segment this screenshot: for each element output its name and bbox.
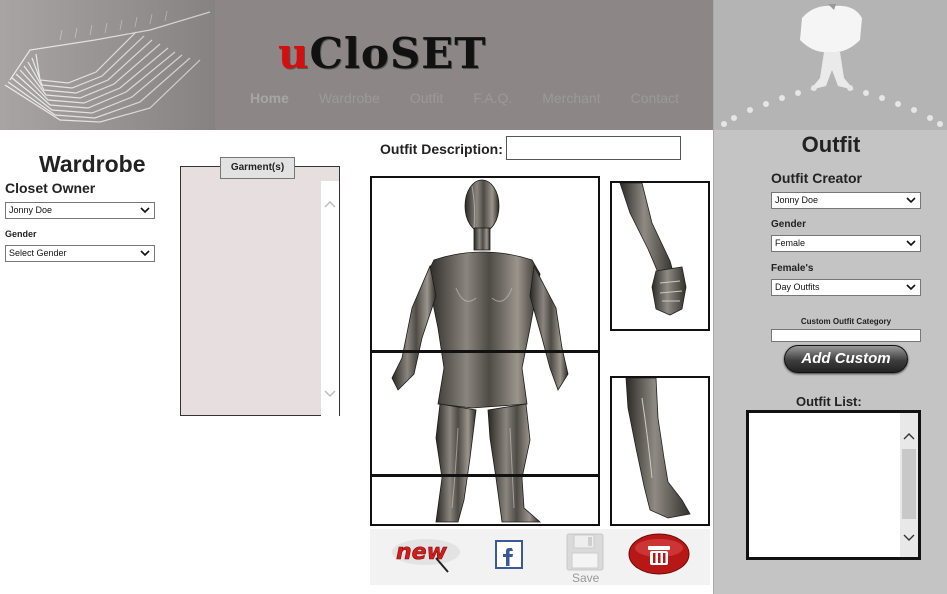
logo-u: u (278, 29, 310, 78)
leg-image (625, 378, 691, 519)
nav-home[interactable]: Home (250, 90, 289, 106)
nav-outfit[interactable]: Outfit (410, 90, 443, 106)
outfit-description-input[interactable] (506, 136, 681, 160)
outfit-list[interactable] (746, 410, 921, 560)
wardrobe-gender-label: Gender (5, 229, 37, 239)
nav-wardrobe[interactable]: Wardrobe (319, 90, 380, 106)
outfit-gender-select[interactable]: Female (771, 235, 921, 252)
frame-divider-bottom (372, 474, 598, 477)
nav-faq[interactable]: F.A.Q. (473, 90, 512, 106)
closet-owner-label: Closet Owner (5, 180, 96, 196)
scroll-down-icon[interactable] (324, 389, 336, 399)
outfit-list-scroll-thumb[interactable] (902, 449, 916, 519)
custom-category-label: Custom Outfit Category (800, 317, 892, 326)
outfit-category-value: Day Outfits (775, 282, 820, 292)
outfit-category-label: Female's (771, 263, 814, 274)
chevron-down-icon (140, 250, 150, 257)
outfit-creator-value: Jonny Doe (775, 195, 819, 205)
add-custom-button[interactable]: Add Custom (784, 345, 908, 373)
scroll-up-icon[interactable] (324, 199, 336, 209)
main-nav: Home Wardrobe Outfit F.A.Q. Merchant Con… (250, 90, 709, 106)
outfit-panel-title: Outfit (801, 132, 861, 157)
wardrobe-title: Wardrobe (39, 151, 146, 177)
outfit-gender-value: Female (775, 238, 806, 248)
save-label[interactable]: Save (572, 571, 599, 585)
ucloset-logo[interactable]: uCloSET (278, 33, 487, 75)
delete-icon[interactable] (628, 533, 690, 575)
leg-frame[interactable] (610, 376, 710, 526)
arm-image (619, 183, 687, 316)
garment-scrollbar[interactable] (321, 181, 339, 416)
outfit-panel: Outfit Outfit Creator Jonny Doe Gender F… (713, 0, 947, 594)
custom-category-input[interactable] (771, 329, 921, 342)
dress-form-image (714, 0, 947, 130)
hangers-image (0, 0, 215, 130)
save-floppy-icon[interactable] (566, 533, 604, 571)
garment-list[interactable] (180, 166, 340, 416)
scroll-up-icon[interactable] (903, 431, 915, 441)
chevron-down-icon (906, 197, 916, 204)
chevron-down-icon (906, 284, 916, 291)
garments-tab[interactable]: Garment(s) (220, 157, 295, 179)
closet-owner-select[interactable]: Jonny Doe (5, 202, 155, 219)
chevron-down-icon (140, 207, 150, 214)
closet-owner-value: Jonny Doe (9, 205, 53, 215)
wardrobe-gender-value: Select Gender (9, 248, 67, 258)
chevron-down-icon (906, 240, 916, 247)
frame-divider-top (372, 350, 598, 353)
logo-text: CloSET (309, 29, 487, 78)
header-banner: uCloSET Home Wardrobe Outfit F.A.Q. Merc… (0, 0, 713, 130)
outfit-category-select[interactable]: Day Outfits (771, 279, 921, 296)
outfit-creator-select[interactable]: Jonny Doe (771, 192, 921, 209)
arm-frame[interactable] (610, 181, 710, 331)
nav-contact[interactable]: Contact (631, 90, 679, 106)
scroll-down-icon[interactable] (903, 533, 915, 543)
nav-merchant[interactable]: Merchant (542, 90, 600, 106)
facebook-icon[interactable] (495, 540, 523, 569)
outfit-gender-label: Gender (771, 219, 807, 230)
new-icon[interactable]: new (390, 532, 462, 574)
outfit-description-label: Outfit Description: (380, 141, 503, 157)
outfit-list-label: Outfit List: (796, 394, 862, 409)
mannequin-frame[interactable] (370, 176, 600, 526)
outfit-creator-label: Outfit Creator (771, 170, 862, 186)
wardrobe-gender-select[interactable]: Select Gender (5, 245, 155, 262)
outfit-list-scrollbar[interactable] (900, 413, 918, 557)
